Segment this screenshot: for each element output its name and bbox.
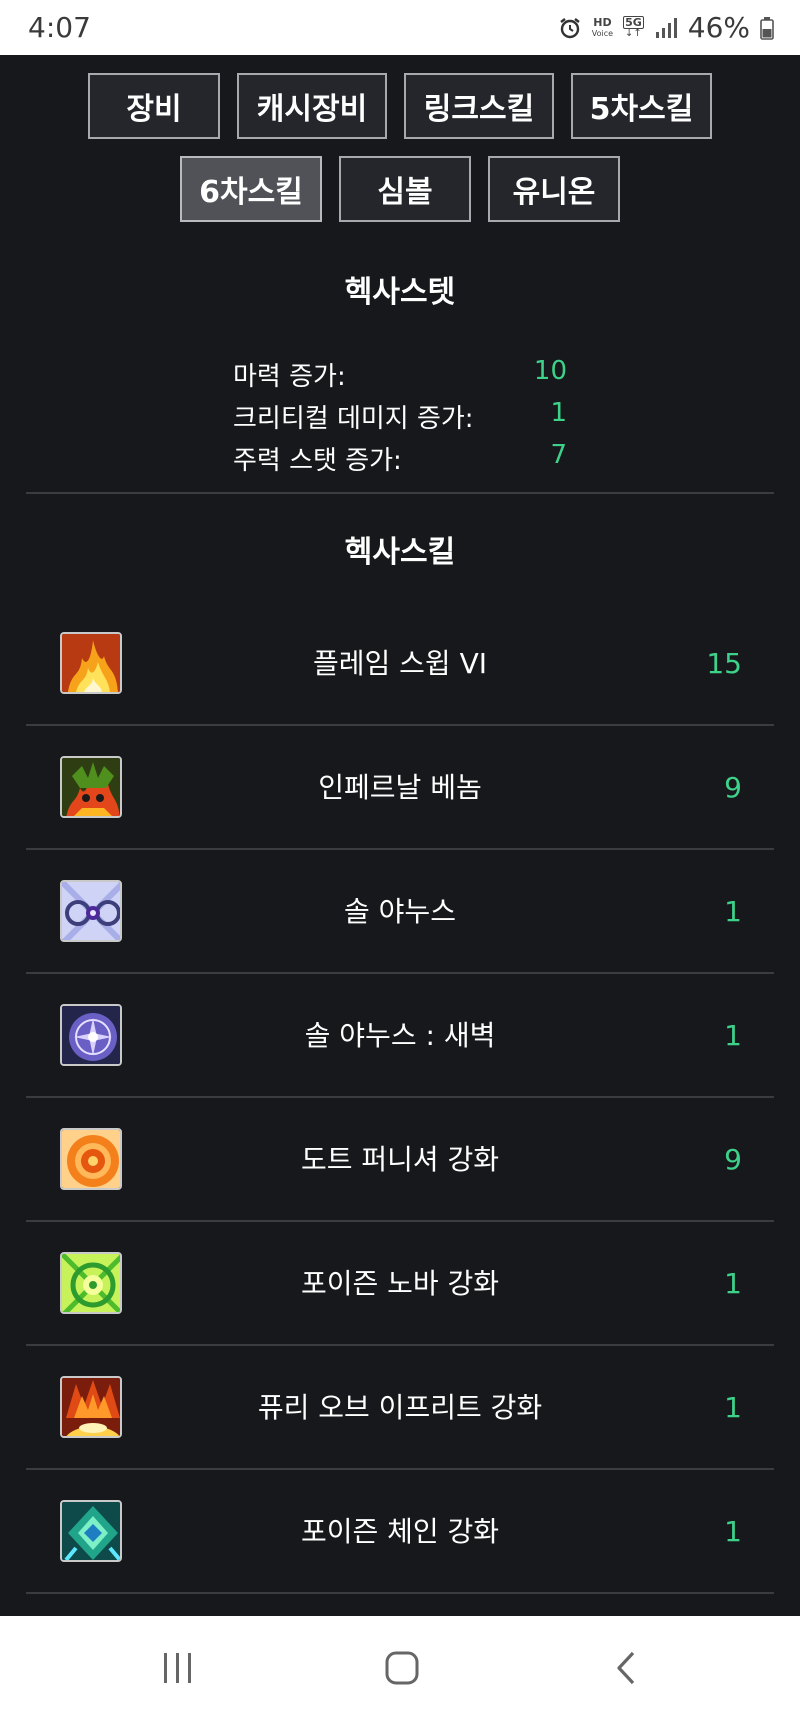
hd-voice-icon: HD Voice (591, 15, 614, 38)
fury-of-ifrit-icon (60, 1376, 122, 1438)
hexa-skill-title: 헥사스킬 (344, 535, 456, 570)
poison-chain-icon (60, 1500, 122, 1562)
network-5g-icon: 5G ↓↑ (623, 16, 644, 39)
skill-level: 1 (724, 1515, 742, 1548)
skill-level: 9 (724, 771, 742, 804)
skill-item[interactable]: 솔 야누스 1 (26, 850, 774, 974)
status-icons: HD Voice 5G ↓↑ 46% (558, 11, 774, 44)
skill-level: 15 (706, 647, 742, 680)
tab-cash-equipment[interactable]: 캐시장비 (237, 73, 387, 139)
skill-item[interactable]: 인페르날 베놈 9 (26, 726, 774, 850)
stat-row: 크리티컬 데미지 증가: 1 (233, 398, 567, 435)
skill-name: 플레임 스윕 VI (312, 647, 487, 680)
tab-6th-skill[interactable]: 6차스킬 (180, 156, 322, 222)
infernal-venom-icon (60, 756, 122, 818)
poison-nova-icon (60, 1252, 122, 1314)
skill-name: 포이즌 체인 강화 (300, 1515, 500, 1548)
recent-apps-icon[interactable] (148, 1646, 208, 1690)
skill-name: 솔 야누스 : 새벽 (304, 1019, 496, 1052)
stat-value: 1 (550, 398, 567, 428)
skill-level: 1 (724, 1267, 742, 1300)
status-bar: 4:07 HD Voice 5G ↓↑ 46% (0, 0, 800, 55)
skill-item[interactable]: 도트 퍼니셔 강화 9 (26, 1098, 774, 1222)
skill-name: 퓨리 오브 이프리트 강화 (257, 1391, 543, 1424)
battery-icon (760, 16, 774, 40)
alarm-icon (558, 16, 582, 40)
skill-level: 1 (724, 1391, 742, 1424)
hexa-stat-title: 헥사스텟 (344, 275, 456, 310)
skill-item[interactable]: 포이즌 체인 강화 1 (26, 1470, 774, 1594)
battery-percent: 46% (687, 11, 750, 44)
signal-icon (654, 16, 678, 40)
tab-equipment[interactable]: 장비 (88, 73, 220, 139)
dot-punisher-icon (60, 1128, 122, 1190)
tab-link-skill[interactable]: 링크스킬 (404, 73, 554, 139)
stat-label: 주력 스탯 증가: (233, 446, 402, 476)
stat-value: 10 (533, 356, 567, 386)
skill-item[interactable]: 포이즌 노바 강화 1 (26, 1222, 774, 1346)
stat-row: 마력 증가: 10 (233, 356, 567, 393)
stat-label: 마력 증가: (233, 362, 346, 392)
stat-row: 주력 스탯 증가: 7 (233, 440, 567, 477)
skill-name: 도트 퍼니셔 강화 (300, 1143, 500, 1176)
home-icon[interactable] (372, 1646, 432, 1690)
skill-item[interactable]: 플레임 스윕 VI 15 (26, 602, 774, 726)
stat-value: 7 (550, 440, 567, 470)
navigation-bar (0, 1616, 800, 1716)
skill-level: 1 (724, 895, 742, 928)
sol-janus-dawn-icon (60, 1004, 122, 1066)
tab-symbol[interactable]: 심볼 (339, 156, 471, 222)
tab-row-1: 장비 캐시장비 링크스킬 5차스킬 (0, 73, 800, 139)
section-divider (26, 492, 774, 494)
skill-name: 솔 야누스 (344, 895, 456, 928)
skill-name: 인페르날 베놈 (318, 771, 482, 804)
skill-item[interactable]: 솔 야누스 : 새벽 1 (26, 974, 774, 1098)
stat-label: 크리티컬 데미지 증가: (233, 404, 474, 434)
tab-union[interactable]: 유니온 (488, 156, 620, 222)
skill-level: 1 (724, 1019, 742, 1052)
back-icon[interactable] (596, 1646, 656, 1690)
skill-level: 9 (724, 1143, 742, 1176)
tab-5th-skill[interactable]: 5차스킬 (571, 73, 712, 139)
skill-item[interactable]: 퓨리 오브 이프리트 강화 1 (26, 1346, 774, 1470)
sol-janus-icon (60, 880, 122, 942)
status-time: 4:07 (28, 11, 91, 44)
main-content: 장비 캐시장비 링크스킬 5차스킬 6차스킬 심볼 유니온 헥사스텟 마력 증가… (0, 55, 800, 1616)
skill-name: 포이즌 노바 강화 (300, 1267, 500, 1300)
flame-sweep-icon (60, 632, 122, 694)
tab-row-2: 6차스킬 심볼 유니온 (0, 156, 800, 222)
